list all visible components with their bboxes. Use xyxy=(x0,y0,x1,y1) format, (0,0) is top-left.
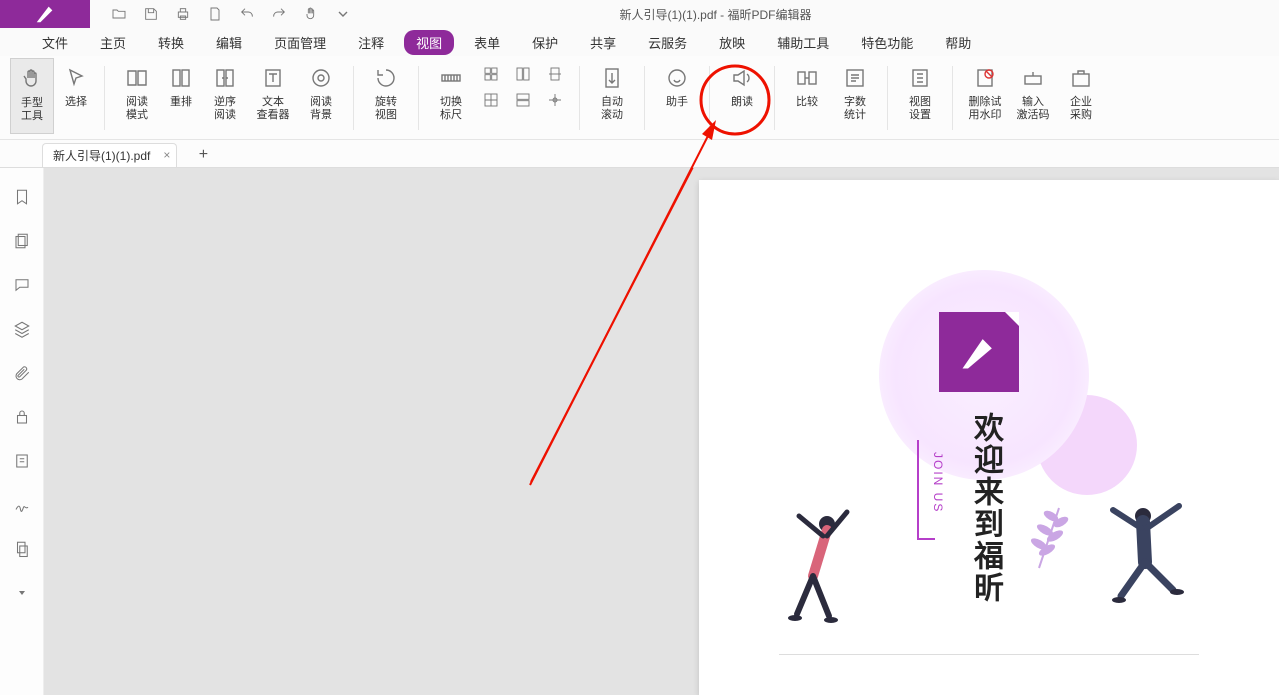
attachments-icon[interactable] xyxy=(11,362,33,384)
open-icon[interactable] xyxy=(110,5,128,23)
select-tool-button[interactable]: 选择 xyxy=(58,58,94,134)
security-icon[interactable] xyxy=(11,406,33,428)
ribbon-view: 手型 工具 选择 阅读 模式 重排 逆序 阅读 文本 查看器 阅读 背景 xyxy=(0,56,1279,140)
collapse-icon[interactable] xyxy=(11,582,33,604)
close-tab-icon[interactable]: × xyxy=(163,148,170,162)
foxit-pen-icon xyxy=(957,330,1001,374)
page-divider xyxy=(779,654,1199,655)
menu-3[interactable]: 编辑 xyxy=(204,30,254,55)
left-sidebar xyxy=(0,168,44,695)
grid-a-icon[interactable] xyxy=(477,64,505,84)
menu-bar: 文件主页转换编辑页面管理注释视图表单保护共享云服务放映辅助工具特色功能帮助 xyxy=(0,28,1279,56)
grid-b-icon[interactable] xyxy=(477,90,505,110)
title-bar: 新人引导(1)(1).pdf - 福昕PDF编辑器 xyxy=(0,0,1279,28)
remove-trial-watermark-button[interactable]: 删除试 用水印 xyxy=(963,58,1007,134)
guides-icon[interactable] xyxy=(541,64,569,84)
add-tab-button[interactable]: + xyxy=(191,143,215,167)
menu-11[interactable]: 放映 xyxy=(707,30,757,55)
pdf-page: 欢迎来到福昕 JOIN US xyxy=(699,180,1279,695)
menu-5[interactable]: 注释 xyxy=(346,30,396,55)
hand-dropdown-icon[interactable] xyxy=(302,5,320,23)
signature-icon[interactable] xyxy=(11,494,33,516)
redo-icon[interactable] xyxy=(270,5,288,23)
grid-d-icon[interactable] xyxy=(509,90,537,110)
document-tab[interactable]: 新人引导(1)(1).pdf × xyxy=(42,143,177,167)
toggle-ruler-button[interactable]: 切换 标尺 xyxy=(429,58,473,134)
speak-button[interactable]: 朗读 xyxy=(720,58,764,134)
menu-10[interactable]: 云服务 xyxy=(636,30,699,55)
comments-icon[interactable] xyxy=(11,274,33,296)
read-background-button[interactable]: 阅读 背景 xyxy=(299,58,343,134)
print-icon[interactable] xyxy=(174,5,192,23)
undo-icon[interactable] xyxy=(238,5,256,23)
activate-button[interactable]: 输入 激活码 xyxy=(1011,58,1055,134)
person-left-illustration xyxy=(779,506,859,626)
compare-button[interactable]: 比较 xyxy=(785,58,829,134)
workspace: 欢迎来到福昕 JOIN US xyxy=(0,168,1279,695)
reverse-read-button[interactable]: 逆序 阅读 xyxy=(203,58,247,134)
fields-icon[interactable] xyxy=(11,450,33,472)
menu-6[interactable]: 视图 xyxy=(404,30,454,55)
app-logo xyxy=(0,0,90,28)
bookmark-icon[interactable] xyxy=(11,186,33,208)
read-mode-button[interactable]: 阅读 模式 xyxy=(115,58,159,134)
page-headline: 欢迎来到福昕 xyxy=(963,412,1007,604)
menu-0[interactable]: 文件 xyxy=(30,30,80,55)
menu-9[interactable]: 共享 xyxy=(578,30,628,55)
enterprise-button[interactable]: 企业 采购 xyxy=(1059,58,1103,134)
assistant-button[interactable]: 助手 xyxy=(655,58,699,134)
qat-more-icon[interactable] xyxy=(334,5,352,23)
layers-icon[interactable] xyxy=(11,318,33,340)
pages-icon[interactable] xyxy=(11,230,33,252)
hand-tool-button[interactable]: 手型 工具 xyxy=(10,58,54,134)
menu-1[interactable]: 主页 xyxy=(88,30,138,55)
page-sub: JOIN US xyxy=(931,452,945,513)
save-icon[interactable] xyxy=(142,5,160,23)
menu-2[interactable]: 转换 xyxy=(146,30,196,55)
menu-12[interactable]: 辅助工具 xyxy=(765,30,841,55)
menu-7[interactable]: 表单 xyxy=(462,30,512,55)
wordcount-button[interactable]: 字数 统计 xyxy=(833,58,877,134)
quick-access-toolbar xyxy=(90,5,352,23)
rotate-view-button[interactable]: 旋转 视图 xyxy=(364,58,408,134)
reflow-button[interactable]: 重排 xyxy=(163,58,199,134)
snap-icon[interactable] xyxy=(541,90,569,110)
person-right-illustration xyxy=(1101,496,1191,626)
autoscroll-button[interactable]: 自动 滚动 xyxy=(590,58,634,134)
window-title: 新人引导(1)(1).pdf - 福昕PDF编辑器 xyxy=(352,6,1279,23)
canvas-area[interactable]: 欢迎来到福昕 JOIN US xyxy=(44,168,1279,695)
menu-4[interactable]: 页面管理 xyxy=(262,30,338,55)
clipboard-icon[interactable] xyxy=(11,538,33,560)
document-tab-label: 新人引导(1)(1).pdf xyxy=(53,147,150,164)
view-settings-button[interactable]: 视图 设置 xyxy=(898,58,942,134)
menu-14[interactable]: 帮助 xyxy=(933,30,983,55)
page-icon[interactable] xyxy=(206,5,224,23)
menu-13[interactable]: 特色功能 xyxy=(849,30,925,55)
menu-8[interactable]: 保护 xyxy=(520,30,570,55)
text-viewer-button[interactable]: 文本 查看器 xyxy=(251,58,295,134)
leaf-decoration-icon xyxy=(1009,500,1069,570)
document-tab-bar: 新人引导(1)(1).pdf × + xyxy=(0,140,1279,168)
grid-c-icon[interactable] xyxy=(509,64,537,84)
